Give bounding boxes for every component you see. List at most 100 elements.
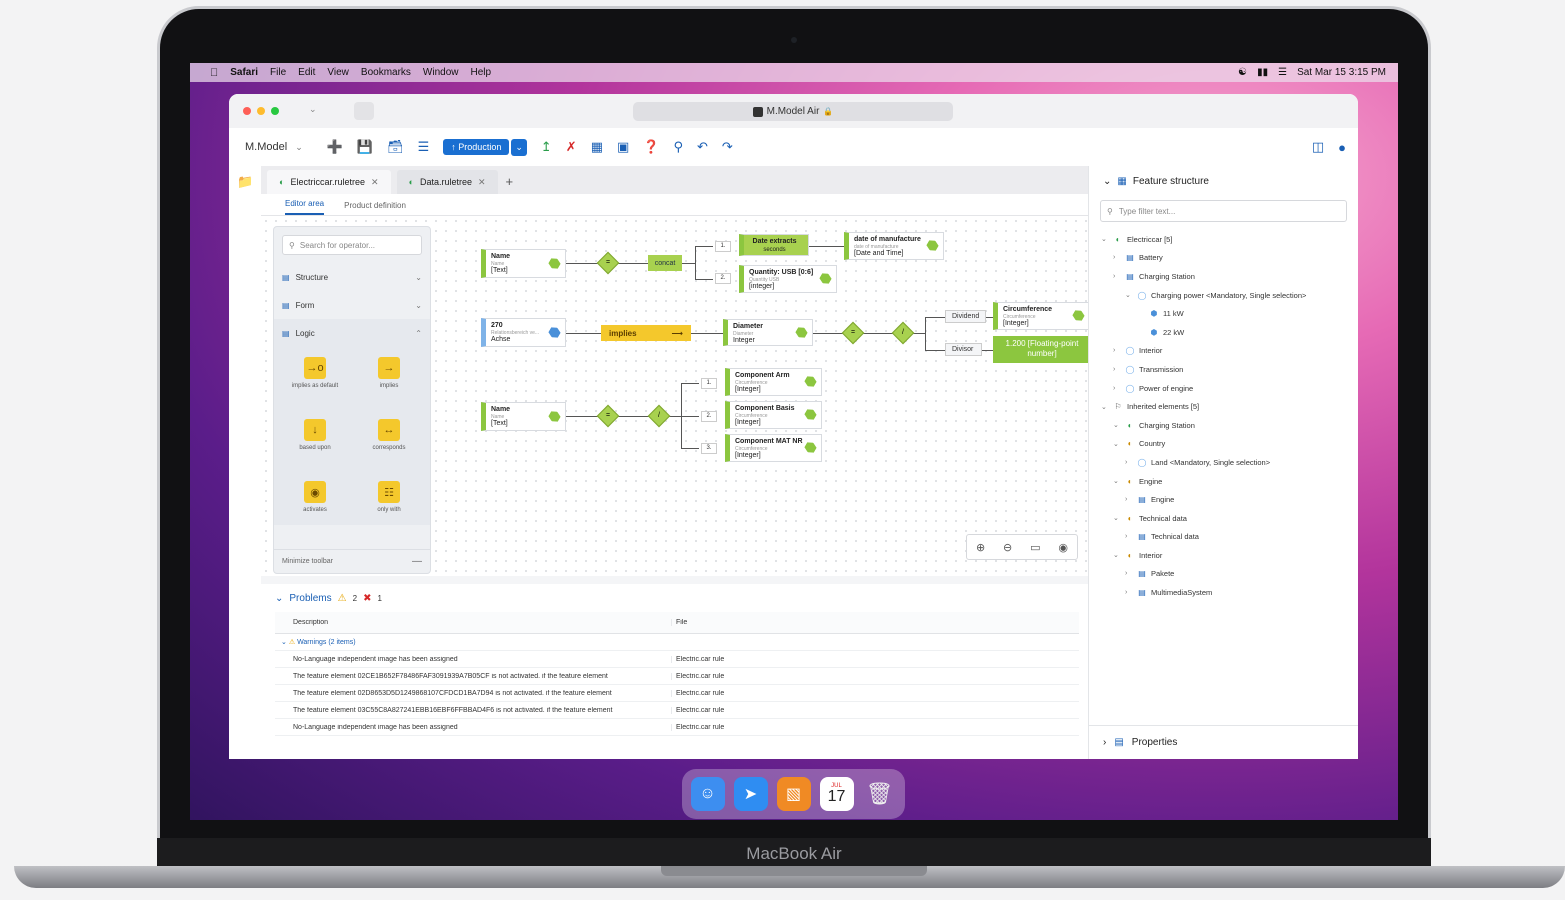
tree-item[interactable]: › ▤ Engine bbox=[1089, 490, 1358, 509]
node-270[interactable]: 270 Relationsbereich ve... Achse bbox=[481, 318, 566, 347]
tree-item[interactable]: › ◯ Transmission bbox=[1089, 360, 1358, 379]
operator-only-with[interactable]: ☷ only with bbox=[352, 481, 426, 525]
finder-icon[interactable]: ☺ bbox=[690, 777, 725, 811]
menu-bookmarks[interactable]: Bookmarks bbox=[361, 67, 411, 78]
list-icon[interactable]: ☰ bbox=[418, 139, 430, 155]
diagram-canvas[interactable]: ⚲ Search for operator... ▤ Structure ⌄ ▤… bbox=[261, 216, 1091, 576]
column-header-file[interactable]: File bbox=[671, 619, 1079, 626]
safari-icon[interactable]: ➤ bbox=[733, 777, 768, 811]
sidebar-toggle-button[interactable] bbox=[354, 102, 374, 120]
menu-window[interactable]: Window bbox=[423, 67, 459, 78]
feature-structure-header[interactable]: ⌄ ▦ Feature structure bbox=[1089, 166, 1358, 196]
palette-group-logic[interactable]: ▤ Logic ⌃ bbox=[274, 319, 430, 347]
node-diameter[interactable]: Diameter Diameter Integer bbox=[723, 319, 813, 346]
equals-operator[interactable]: = bbox=[596, 404, 620, 428]
column-header-description[interactable]: Description bbox=[275, 619, 671, 626]
tab-product-definition[interactable]: Product definition bbox=[344, 201, 406, 215]
chevron-down-icon[interactable]: ⌄ bbox=[1113, 551, 1121, 559]
operator-activates[interactable]: ◉ activates bbox=[278, 481, 352, 525]
chevron-down-icon[interactable]: ⌄ bbox=[1113, 477, 1121, 485]
tree-item[interactable]: › ◯ Interior bbox=[1089, 342, 1358, 361]
menu-safari[interactable]: Safari bbox=[230, 67, 258, 78]
eye-icon[interactable]: ◉ bbox=[1058, 541, 1068, 554]
tab-data[interactable]: ◐ Data.ruletree ✕ bbox=[396, 170, 498, 194]
chevron-down-icon[interactable]: ⌄ bbox=[1113, 440, 1121, 448]
operator-corresponds[interactable]: ↔ corresponds bbox=[352, 419, 426, 463]
tree-item[interactable]: › ▤ Technical data bbox=[1089, 528, 1358, 547]
node-date-of-manufacture[interactable]: date of manufacture date of manufacture … bbox=[844, 232, 944, 260]
production-button[interactable]: ↑ Production bbox=[443, 139, 510, 155]
close-window-button[interactable] bbox=[243, 107, 251, 115]
zoom-in-icon[interactable]: ⊕ bbox=[976, 541, 985, 554]
calendar-tool-icon[interactable]: ▦ bbox=[591, 139, 603, 155]
books-icon[interactable]: ▧ bbox=[776, 777, 811, 811]
chevron-right-icon[interactable]: › bbox=[1113, 347, 1121, 354]
undo-icon[interactable]: ↶ bbox=[697, 139, 708, 155]
minimize-window-button[interactable] bbox=[257, 107, 265, 115]
operator-based-upon[interactable]: ↓ based upon bbox=[278, 419, 352, 463]
table-row[interactable]: No-Language independent image has been a… bbox=[275, 651, 1079, 668]
folder-icon[interactable]: 📁 bbox=[237, 174, 253, 190]
chevron-right-icon[interactable]: › bbox=[1125, 570, 1133, 577]
zoom-fit-icon[interactable]: ▣ bbox=[617, 139, 629, 155]
save-icon[interactable]: 💾 bbox=[357, 139, 373, 155]
chevron-down-icon[interactable]: ⌄ bbox=[1125, 291, 1133, 299]
panel-layout-icon[interactable]: ◫ bbox=[1312, 139, 1324, 155]
table-row[interactable]: No-Language independent image has been a… bbox=[275, 719, 1079, 736]
chevron-right-icon[interactable]: › bbox=[1113, 366, 1121, 373]
tree-item[interactable]: ⌄ ◐ Technical data bbox=[1089, 509, 1358, 528]
menubar-clock[interactable]: Sat Mar 15 3:15 PM bbox=[1297, 67, 1386, 78]
equals-operator[interactable]: = bbox=[596, 251, 620, 275]
node-quantity-usb[interactable]: Quantity: USB [0:6] Quantity USB [intege… bbox=[739, 265, 837, 293]
discard-icon[interactable]: ✗ bbox=[566, 139, 577, 155]
tree-item[interactable]: › ▤ Battery bbox=[1089, 249, 1358, 268]
menu-help[interactable]: Help bbox=[471, 67, 492, 78]
address-bar[interactable]: M.Model Air 🔒 bbox=[633, 102, 953, 121]
chevron-right-icon[interactable]: › bbox=[1125, 589, 1133, 596]
tree-item[interactable]: ⌄ ◐ Electriccar [5] bbox=[1089, 230, 1358, 249]
equals-operator[interactable]: = bbox=[841, 321, 865, 345]
chevron-right-icon[interactable]: › bbox=[1113, 254, 1121, 261]
menu-edit[interactable]: Edit bbox=[298, 67, 315, 78]
minimize-toolbar-button[interactable]: Minimize toolbar — bbox=[274, 549, 430, 573]
chevron-right-icon[interactable]: › bbox=[1113, 273, 1121, 280]
tab-electriccar[interactable]: ◐ Electriccar.ruletree ✕ bbox=[267, 170, 391, 194]
new-file-icon[interactable]: ➕ bbox=[327, 139, 343, 155]
save-all-icon[interactable]: 🗃 bbox=[387, 139, 404, 155]
chevron-down-icon[interactable]: ⌄ bbox=[1113, 421, 1121, 429]
chevron-right-icon[interactable]: › bbox=[1125, 496, 1133, 503]
palette-group-form[interactable]: ▤ Form ⌄ bbox=[274, 291, 430, 319]
chevron-right-icon[interactable]: › bbox=[1125, 533, 1133, 540]
table-row[interactable]: The feature element 03C55C8A827241EBB16E… bbox=[275, 702, 1079, 719]
tree-item[interactable]: › ▤ MultimediaSystem bbox=[1089, 583, 1358, 602]
tree-item[interactable]: ⌄ ◐ Engine bbox=[1089, 472, 1358, 491]
production-dropdown-button[interactable]: ⌄ bbox=[511, 138, 527, 156]
close-icon[interactable]: ✕ bbox=[371, 177, 379, 188]
table-row[interactable]: The feature element 02D8653D5D1249868107… bbox=[275, 685, 1079, 702]
node-component-arm[interactable]: Component Arm Circumference [Integer] bbox=[725, 368, 822, 396]
chevron-down-icon[interactable]: ⌄ bbox=[1113, 514, 1121, 522]
chevron-right-icon[interactable]: › bbox=[1113, 385, 1121, 392]
floating-point-value[interactable]: 1.200 [Floating-point number] bbox=[993, 336, 1091, 363]
control-center-icon[interactable]: ☰ bbox=[1278, 67, 1287, 78]
app-name-menu[interactable]: M.Model bbox=[245, 141, 287, 153]
properties-header[interactable]: › ▤ Properties bbox=[1089, 725, 1358, 759]
zoom-window-button[interactable] bbox=[271, 107, 279, 115]
implies-operator[interactable]: implies ⟶ bbox=[601, 325, 691, 341]
divide-operator[interactable]: / bbox=[647, 404, 671, 428]
chevron-right-icon[interactable]: › bbox=[1125, 459, 1133, 466]
close-icon[interactable]: ✕ bbox=[478, 177, 486, 188]
node-component-basis[interactable]: Component Basis Circumference [Integer] bbox=[725, 401, 822, 429]
tree-item[interactable]: ⬢ 11 kW bbox=[1089, 304, 1358, 323]
operator-implies-default[interactable]: →o implies as default bbox=[278, 357, 352, 401]
tree-item[interactable]: ⬢ 22 kW bbox=[1089, 323, 1358, 342]
tree-item[interactable]: ⌄ ◐ Country bbox=[1089, 435, 1358, 454]
help-icon[interactable]: ❓ bbox=[643, 139, 659, 155]
node-name[interactable]: Name Name [Text] bbox=[481, 249, 566, 278]
tree-item[interactable]: ⌄ ◐ Charging Station bbox=[1089, 416, 1358, 435]
add-tab-button[interactable]: + bbox=[506, 174, 514, 194]
divide-operator[interactable]: / bbox=[891, 321, 915, 345]
problems-header[interactable]: ⌄ Problems ⚠ 2 ✖ 1 bbox=[261, 584, 1088, 612]
check-in-icon[interactable]: ↥ bbox=[541, 139, 552, 155]
search-icon[interactable]: ⚲ bbox=[673, 139, 683, 155]
